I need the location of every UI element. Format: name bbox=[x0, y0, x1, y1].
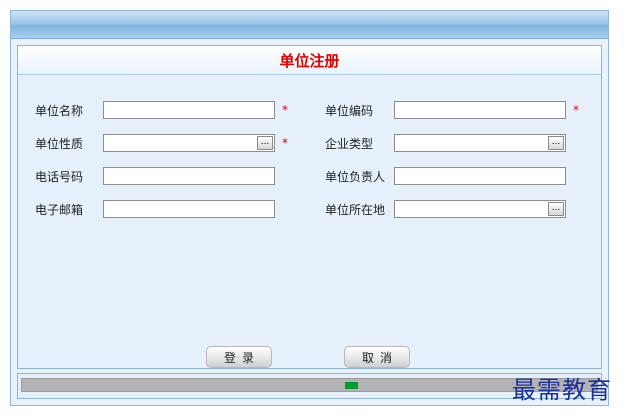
unit-location-label: 单位所在地 bbox=[325, 203, 386, 217]
panel-header: 单位注册 bbox=[18, 46, 601, 75]
phone-label: 电话号码 bbox=[35, 170, 84, 184]
unit-location-input[interactable] bbox=[394, 200, 566, 218]
unit-code-label: 单位编码 bbox=[325, 104, 374, 118]
email-label: 电子邮箱 bbox=[35, 203, 84, 217]
cancel-button[interactable]: 取消 bbox=[344, 346, 410, 368]
unit-code-required-mark: * bbox=[573, 103, 579, 117]
watermark-text: 最需教育 bbox=[512, 376, 612, 404]
unit-nature-picker-button[interactable]: ... bbox=[257, 136, 273, 150]
login-button[interactable]: 登录 bbox=[206, 346, 272, 368]
unit-location-picker-button[interactable]: ... bbox=[548, 202, 564, 216]
registration-panel: 单位注册 单位名称 * 单位编码 * 单位性质 ... * 企业类型 ... 电… bbox=[17, 45, 602, 369]
unit-nature-input[interactable] bbox=[103, 134, 275, 152]
phone-input[interactable] bbox=[103, 167, 275, 185]
enterprise-type-label: 企业类型 bbox=[325, 137, 374, 151]
enterprise-type-input[interactable] bbox=[394, 134, 566, 152]
unit-nature-label: 单位性质 bbox=[35, 137, 84, 151]
unit-leader-input[interactable] bbox=[394, 167, 566, 185]
unit-name-input[interactable] bbox=[103, 101, 275, 119]
unit-code-input[interactable] bbox=[394, 101, 566, 119]
window-header-bar bbox=[11, 11, 608, 39]
enterprise-type-picker-button[interactable]: ... bbox=[548, 136, 564, 150]
email-input[interactable] bbox=[103, 200, 275, 218]
unit-name-required-mark: * bbox=[282, 103, 288, 117]
unit-name-label: 单位名称 bbox=[35, 104, 84, 118]
progress-indicator bbox=[345, 382, 358, 389]
form-title: 单位注册 bbox=[279, 52, 340, 70]
unit-leader-label: 单位负责人 bbox=[325, 170, 386, 184]
registration-window: 单位注册 单位名称 * 单位编码 * 单位性质 ... * 企业类型 ... 电… bbox=[10, 10, 609, 406]
unit-nature-required-mark: * bbox=[282, 136, 288, 150]
